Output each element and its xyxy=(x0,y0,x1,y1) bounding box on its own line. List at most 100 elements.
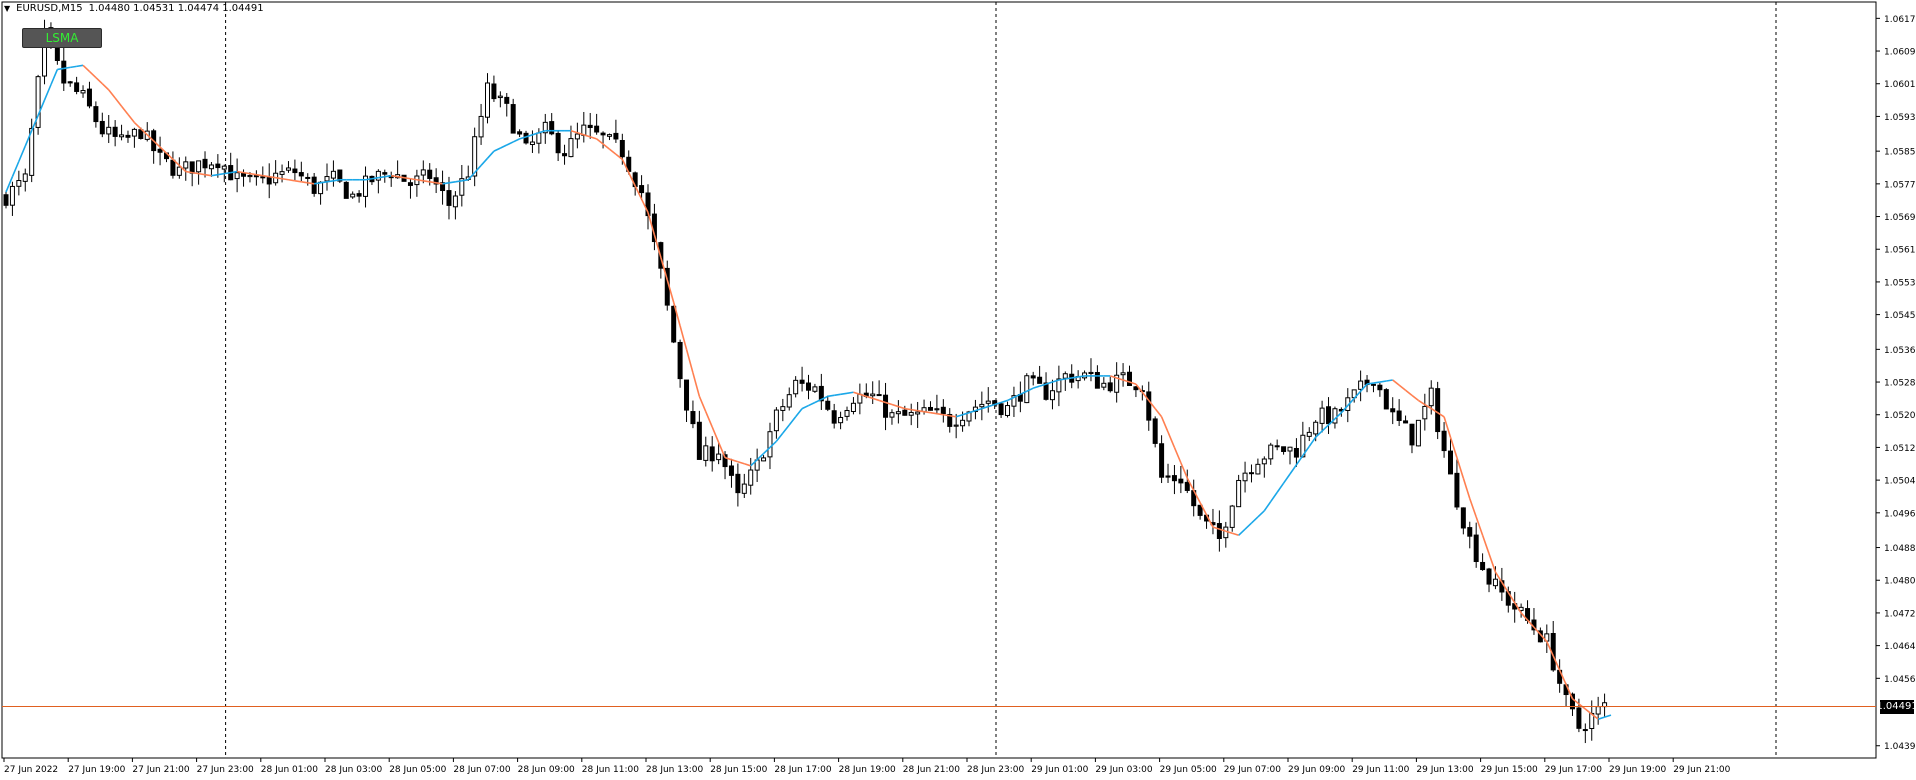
bull-candle xyxy=(1088,371,1094,374)
bull-candle xyxy=(536,132,542,144)
lsma-segment xyxy=(70,65,77,69)
bear-candle xyxy=(619,140,625,158)
lsma-segment xyxy=(1282,473,1291,484)
bull-candle xyxy=(1255,463,1261,475)
lsma-segment xyxy=(410,177,418,181)
lsma-segment xyxy=(1238,528,1246,536)
y-tick-label: 1.05365 xyxy=(1884,346,1916,356)
bear-candle xyxy=(112,126,118,137)
bull-candle xyxy=(741,483,747,494)
x-tick-label: 29 Jun 01:00 xyxy=(1031,765,1088,775)
lsma-segment xyxy=(1167,431,1176,448)
lsma-segment xyxy=(442,182,450,185)
current-price-tag: 1.04491 xyxy=(1876,699,1916,714)
bull-candle xyxy=(1319,407,1325,424)
lsma-segment xyxy=(307,182,315,185)
lsma-segment xyxy=(314,182,321,185)
lsma-segment xyxy=(1597,716,1605,720)
bear-candle xyxy=(1326,406,1332,425)
bull-candle xyxy=(979,403,985,408)
bear-candle xyxy=(125,134,131,138)
lsma-segment xyxy=(108,89,116,99)
lsma-segment xyxy=(1257,510,1265,518)
lsma-segment xyxy=(1366,382,1374,385)
bear-candle xyxy=(799,379,805,384)
x-tick-label: 28 Jun 13:00 xyxy=(646,765,703,775)
x-tick-label: 28 Jun 01:00 xyxy=(261,765,318,775)
lsma-segment xyxy=(1231,532,1239,537)
bear-candle xyxy=(671,305,677,343)
x-tick-label: 27 Jun 23:00 xyxy=(197,765,254,775)
bear-candle xyxy=(510,104,516,134)
chart-header: ▼ EURUSD,M15 1.04480 1.04531 1.04474 1.0… xyxy=(4,3,264,14)
lsma-segment xyxy=(737,460,745,465)
bear-candle xyxy=(902,409,908,416)
bull-candle xyxy=(1101,382,1107,388)
lsma-segment xyxy=(397,175,405,179)
lsma-segment xyxy=(1321,424,1330,432)
y-tick-label: 1.04800 xyxy=(1884,577,1916,587)
bear-candle xyxy=(1390,408,1396,413)
lsma-segment xyxy=(455,179,462,183)
bear-candle xyxy=(549,121,555,135)
y-tick-label: 1.06095 xyxy=(1884,48,1916,58)
bull-candle xyxy=(960,419,966,427)
lsma-segment xyxy=(82,64,91,73)
bear-candle xyxy=(600,132,606,136)
bear-candle xyxy=(1171,475,1177,482)
lsma-segment xyxy=(88,70,97,79)
x-tick-label: 29 Jun 15:00 xyxy=(1481,765,1538,775)
lsma-segment xyxy=(217,172,225,176)
lsma-segment xyxy=(988,403,995,408)
lsma-segment xyxy=(834,393,841,397)
lsma-segment xyxy=(230,170,238,174)
x-tick-label: 28 Jun 21:00 xyxy=(903,765,960,775)
chart-area[interactable]: 1.06175 1.06095 1.06015 1.05935 1.05850 1.057… xyxy=(0,0,1916,780)
x-tick-label: 29 Jun 21:00 xyxy=(1673,765,1730,775)
bear-candle xyxy=(1159,443,1165,478)
lsma-segment xyxy=(1417,399,1426,406)
lsma-segment xyxy=(955,413,963,418)
bear-candle xyxy=(1454,472,1460,508)
lsma-segment xyxy=(185,170,193,174)
bear-candle xyxy=(825,400,831,410)
bear-candle xyxy=(343,181,349,199)
bear-candle xyxy=(86,88,92,107)
lsma-segment xyxy=(403,176,411,180)
lsma-segment xyxy=(127,113,136,124)
bull-candle xyxy=(870,393,876,397)
bear-candle xyxy=(491,83,497,100)
lsma-segment xyxy=(416,178,424,182)
lsma-segment xyxy=(192,171,199,175)
bear-candle xyxy=(806,382,811,391)
bull-candle xyxy=(1492,578,1498,587)
lsma-segment xyxy=(1250,516,1259,524)
bear-candle xyxy=(446,190,452,206)
lsma-segment xyxy=(320,181,328,184)
bear-candle xyxy=(1370,383,1376,386)
bear-candle xyxy=(639,185,645,194)
bull-candle xyxy=(208,164,214,170)
lsma-segment xyxy=(911,408,918,412)
lsma-segment xyxy=(801,404,809,410)
bull-candle xyxy=(812,386,818,392)
lsma-segment xyxy=(943,413,950,417)
lsma-segment xyxy=(949,414,957,418)
bear-candle xyxy=(1133,386,1139,391)
x-tick-label: 29 Jun 09:00 xyxy=(1288,765,1345,775)
bear-candle xyxy=(170,159,176,176)
lsma-indicator-button[interactable]: LSMA xyxy=(22,28,102,48)
candlestick-chart[interactable]: 1.06175 1.06095 1.06015 1.05935 1.05850 1.057… xyxy=(0,0,1916,780)
triangle-down-icon[interactable]: ▼ xyxy=(4,4,10,13)
lsma-segment xyxy=(269,175,276,179)
bull-candle xyxy=(22,173,28,182)
lsma-segment xyxy=(872,397,880,402)
lsma-segment xyxy=(1000,399,1008,404)
lsma-segment xyxy=(1469,498,1477,518)
bull-candle xyxy=(1274,445,1280,448)
bear-candle xyxy=(1377,384,1383,391)
y-tick-label: 1.05450 xyxy=(1884,311,1916,321)
lsma-segment xyxy=(204,173,212,177)
bear-candle xyxy=(99,120,105,135)
lsma-segment xyxy=(63,66,71,70)
